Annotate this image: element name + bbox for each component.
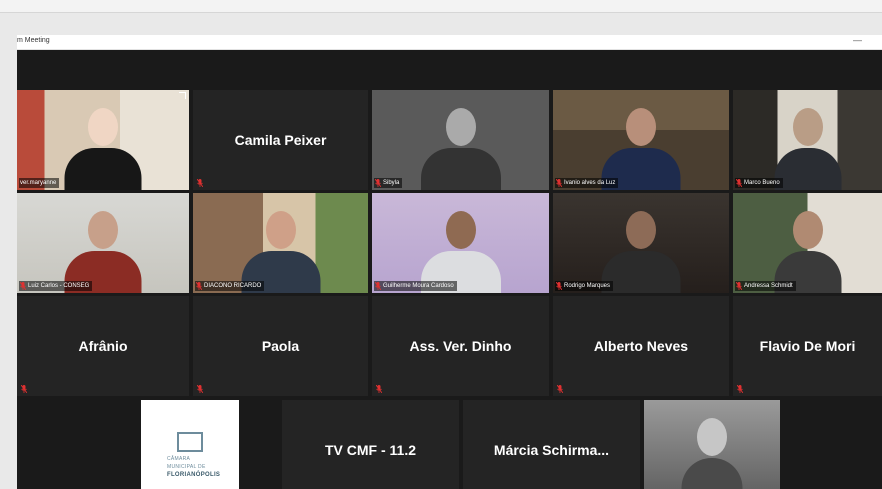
person-silhouette — [774, 148, 841, 190]
camara-logo: CÂMARA MUNICIPAL DE FLORIANÓPOLIS — [145, 404, 235, 489]
logo-text: FLORIANÓPOLIS — [167, 472, 221, 478]
logo-text: MUNICIPAL DE — [167, 464, 206, 470]
participant-name: TV CMF - 11.2 — [324, 442, 417, 458]
person-head — [88, 108, 118, 146]
person-silhouette — [601, 251, 681, 293]
muted-mic-icon — [197, 385, 203, 393]
person-silhouette — [681, 458, 743, 489]
participant-name-label: Guilherme Moura Cardoso — [374, 281, 457, 291]
muted-mic-icon — [736, 179, 742, 187]
participant-name: Flavio De Mori — [759, 338, 856, 354]
participant-name: Sibyla — [383, 180, 400, 186]
person-head — [265, 211, 296, 249]
muted-mic-icon — [20, 282, 26, 290]
participant-tile[interactable]: Luiz Carlos - CONSEG — [17, 193, 189, 293]
participant-tile[interactable]: Guilherme Moura Cardoso — [372, 193, 549, 293]
muted-mic-icon — [556, 179, 562, 187]
participant-tile[interactable]: TV CMF - 11.2 — [282, 400, 459, 489]
participant-video — [553, 90, 729, 190]
participant-name: Camila Peixer — [234, 132, 327, 148]
participant-name-label: Ivanio alves da Luz — [555, 178, 619, 188]
participant-video — [17, 90, 189, 190]
participant-name-label: ver.maryanne — [19, 178, 60, 188]
person-head — [792, 108, 823, 146]
participant-tile[interactable] — [644, 400, 780, 489]
participant-video — [553, 193, 729, 293]
participant-name-label: Luiz Carlos - CONSEG — [19, 281, 93, 291]
participant-name: Afrânio — [78, 338, 128, 354]
person-head — [697, 418, 727, 456]
muted-mic-icon — [376, 385, 382, 393]
participant-tile[interactable]: Flavio De Mori — [733, 296, 882, 396]
participant-tile[interactable]: Afrânio — [17, 296, 189, 396]
muted-mic-icon — [556, 282, 562, 290]
person-head — [445, 108, 476, 146]
participant-tile[interactable]: Alberto Neves — [553, 296, 729, 396]
participant-name: Andressa Schmidt — [744, 283, 793, 289]
muted-mic-icon — [197, 179, 203, 187]
participant-name: Alberto Neves — [593, 338, 689, 354]
meeting-window: m Meeting — ver.maryanne Camila Peixer Sib… — [17, 35, 882, 489]
participant-name: DIACONO RICARDO — [204, 283, 262, 289]
participant-name-label: Rodrigo Marques — [555, 281, 614, 291]
muted-mic-icon — [375, 282, 381, 290]
participant-tile[interactable]: Camila Peixer — [193, 90, 368, 190]
participant-name: Márcia Schirma... — [493, 442, 610, 458]
person-head — [88, 211, 118, 249]
participant-tile[interactable]: Marco Bueno — [733, 90, 882, 190]
person-silhouette — [64, 148, 142, 190]
participant-name-label: Andressa Schmidt — [735, 281, 796, 291]
participant-tile[interactable]: Paola — [193, 296, 368, 396]
participant-video — [733, 90, 882, 190]
participant-tile[interactable]: ver.maryanne — [17, 90, 189, 190]
participant-video — [372, 193, 549, 293]
participant-video — [372, 90, 549, 190]
muted-mic-icon — [196, 282, 202, 290]
browser-top-strip — [0, 0, 882, 13]
muted-mic-icon — [557, 385, 563, 393]
participant-name-label: Sibyla — [374, 178, 403, 188]
participant-name: Paola — [261, 338, 300, 354]
participant-name-label: DIACONO RICARDO — [195, 281, 265, 291]
person-head — [792, 211, 823, 249]
participant-tile[interactable]: Márcia Schirma... — [463, 400, 640, 489]
window-titlebar: m Meeting — — [17, 35, 882, 50]
participant-name: Guilherme Moura Cardoso — [383, 283, 454, 289]
window-title: m Meeting — [17, 37, 50, 44]
participant-tile[interactable]: DIACONO RICARDO — [193, 193, 368, 293]
participant-name: Ivanio alves da Luz — [564, 180, 616, 186]
muted-mic-icon — [375, 179, 381, 187]
participant-name-label: Marco Bueno — [735, 178, 783, 188]
participant-tile[interactable]: Rodrigo Marques — [553, 193, 729, 293]
expand-corner-icon[interactable] — [179, 92, 186, 99]
participant-tile[interactable]: Ass. Ver. Dinho — [372, 296, 549, 396]
gallery-view: ver.maryanne Camila Peixer Sibyla Ivanio al… — [17, 50, 882, 489]
participant-video — [733, 193, 882, 293]
person-head — [445, 211, 476, 249]
minimize-button[interactable]: — — [853, 35, 862, 45]
participant-name: Luiz Carlos - CONSEG — [28, 283, 90, 289]
participant-name: Ass. Ver. Dinho — [409, 338, 512, 354]
person-head — [626, 211, 656, 249]
person-head — [626, 108, 656, 146]
participant-video — [644, 400, 780, 489]
participant-video — [17, 193, 189, 293]
participant-tile[interactable]: Andressa Schmidt — [733, 193, 882, 293]
muted-mic-icon — [737, 385, 743, 393]
participant-tile[interactable]: CÂMARA MUNICIPAL DE FLORIANÓPOLIS — [141, 400, 239, 489]
logo-text: CÂMARA — [167, 456, 191, 462]
person-silhouette — [420, 148, 501, 190]
building-emblem-icon — [177, 432, 203, 452]
participant-name: Marco Bueno — [744, 180, 780, 186]
participant-name: Rodrigo Marques — [564, 283, 611, 289]
participant-tile[interactable]: Ivanio alves da Luz — [553, 90, 729, 190]
participant-video — [193, 193, 368, 293]
participant-tile[interactable]: Sibyla — [372, 90, 549, 190]
participant-name: ver.maryanne — [20, 180, 57, 186]
muted-mic-icon — [736, 282, 742, 290]
muted-mic-icon — [21, 385, 27, 393]
